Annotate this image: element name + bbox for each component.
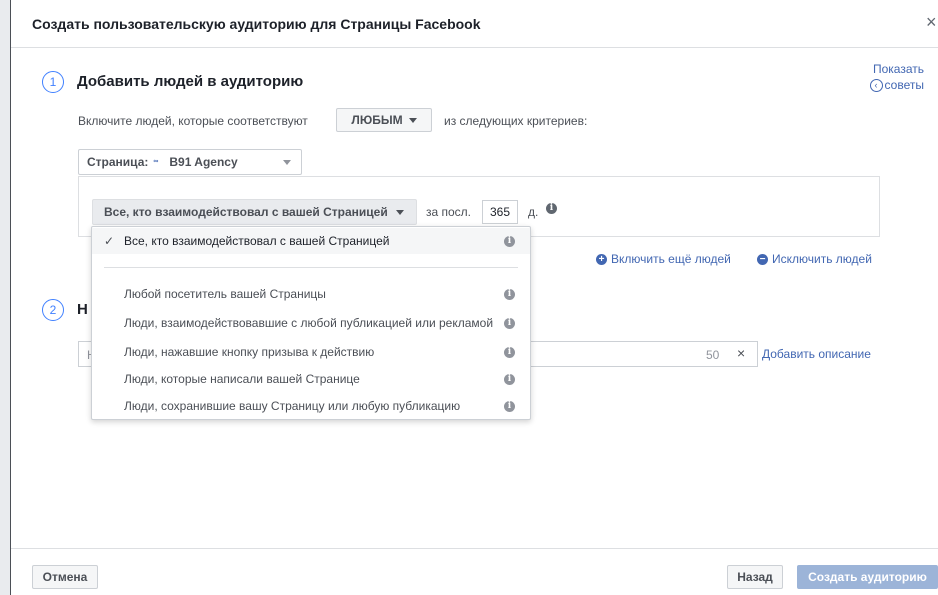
dropdown-option-post-engagers[interactable]: Люди, взаимодействовавшие с любой публик… bbox=[92, 310, 530, 336]
add-description-link[interactable]: Добавить описание bbox=[762, 347, 871, 361]
dropdown-option-label: Люди, сохранившие вашу Страницу или любу… bbox=[124, 399, 461, 413]
dropdown-option-messaged-page[interactable]: Люди, которые написали вашей Странице i bbox=[92, 366, 530, 392]
chevron-left-icon: ‹ bbox=[869, 78, 883, 92]
include-more-people-link[interactable]: + Включить ещё людей bbox=[596, 252, 731, 266]
info-icon[interactable]: i bbox=[546, 203, 557, 214]
page-selector[interactable]: Страница: ∞ B91 Agency bbox=[78, 149, 302, 175]
step-2-title: Н bbox=[77, 301, 88, 318]
show-tips-label-2: советы bbox=[884, 78, 924, 92]
clear-icon[interactable]: × bbox=[737, 345, 745, 361]
character-counter: 50 bbox=[706, 348, 720, 362]
back-button[interactable]: Назад bbox=[727, 565, 783, 589]
info-icon[interactable]: i bbox=[504, 400, 515, 412]
info-icon[interactable]: i bbox=[504, 317, 515, 329]
cancel-button[interactable]: Отмена bbox=[32, 565, 98, 589]
include-suffix-text: из следующих критериев: bbox=[444, 114, 588, 128]
dropdown-option-label: Все, кто взаимодействовал с вашей Страни… bbox=[124, 234, 390, 248]
checkmark-icon: ✓ bbox=[104, 234, 115, 248]
in-last-label: за посл. bbox=[426, 205, 472, 219]
info-icon[interactable]: i bbox=[504, 373, 515, 385]
days-unit: д. bbox=[528, 205, 539, 219]
dropdown-option-saved-page[interactable]: Люди, сохранившие вашу Страницу или любу… bbox=[92, 393, 530, 419]
dropdown-divider bbox=[104, 267, 518, 268]
step-1-title: Добавить людей в аудиторию bbox=[77, 73, 304, 90]
info-icon[interactable]: i bbox=[504, 235, 515, 247]
create-audience-button[interactable]: Создать аудиторию bbox=[797, 565, 938, 589]
days-input[interactable]: 365 bbox=[482, 200, 518, 224]
page-selector-value: B91 Agency bbox=[169, 155, 238, 169]
include-prefix-text: Включите людей, которые соответствуют bbox=[78, 114, 308, 128]
engagement-type-dropdown[interactable]: Все, кто взаимодействовал с вашей Страни… bbox=[92, 199, 417, 225]
dropdown-option-label: Люди, нажавшие кнопку призыва к действию bbox=[124, 345, 375, 359]
exclude-label: Исключить людей bbox=[772, 252, 872, 266]
dropdown-option-label: Любой посетитель вашей Страницы bbox=[124, 287, 326, 301]
info-icon[interactable]: i bbox=[504, 346, 515, 358]
dropdown-option-all-engaged[interactable]: ✓ Все, кто взаимодействовал с вашей Стра… bbox=[92, 228, 530, 254]
caret-down-icon bbox=[395, 209, 404, 215]
engagement-type-label: Все, кто взаимодействовал с вашей Страни… bbox=[104, 205, 388, 219]
step-2-number: 2 bbox=[42, 299, 64, 321]
caret-down-icon bbox=[283, 160, 291, 165]
show-tips-label-1: Показать bbox=[872, 62, 924, 76]
background-window-edge bbox=[0, 0, 10, 595]
minus-circle-icon: − bbox=[757, 253, 768, 265]
exclude-people-link[interactable]: − Исключить людей bbox=[757, 252, 872, 266]
close-icon[interactable]: × bbox=[926, 12, 937, 33]
include-more-label: Включить ещё людей bbox=[611, 252, 731, 266]
match-any-dropdown[interactable]: ЛЮБЫМ bbox=[336, 108, 432, 132]
show-tips-link[interactable]: Показать ‹ советы bbox=[846, 61, 924, 93]
dropdown-option-cta-clickers[interactable]: Люди, нажавшие кнопку призыва к действию… bbox=[92, 339, 530, 365]
info-icon[interactable]: i bbox=[504, 288, 515, 300]
page-selector-label: Страница: bbox=[87, 155, 149, 169]
page-logo-icon: ∞ bbox=[153, 158, 166, 166]
footer-divider bbox=[11, 548, 938, 549]
dropdown-option-page-visitors[interactable]: Любой посетитель вашей Страницы i bbox=[92, 281, 530, 307]
engagement-dropdown-menu: ✓ Все, кто взаимодействовал с вашей Стра… bbox=[91, 226, 531, 420]
plus-circle-icon: + bbox=[596, 253, 607, 265]
dropdown-option-label: Люди, взаимодействовавшие с любой публик… bbox=[124, 316, 494, 330]
match-any-label: ЛЮБЫМ bbox=[351, 113, 403, 127]
header-divider bbox=[11, 47, 938, 48]
step-1-number: 1 bbox=[42, 71, 64, 93]
dialog-title: Создать пользовательскую аудиторию для С… bbox=[32, 16, 481, 32]
caret-down-icon bbox=[408, 117, 417, 123]
dropdown-option-label: Люди, которые написали вашей Странице bbox=[124, 372, 360, 386]
